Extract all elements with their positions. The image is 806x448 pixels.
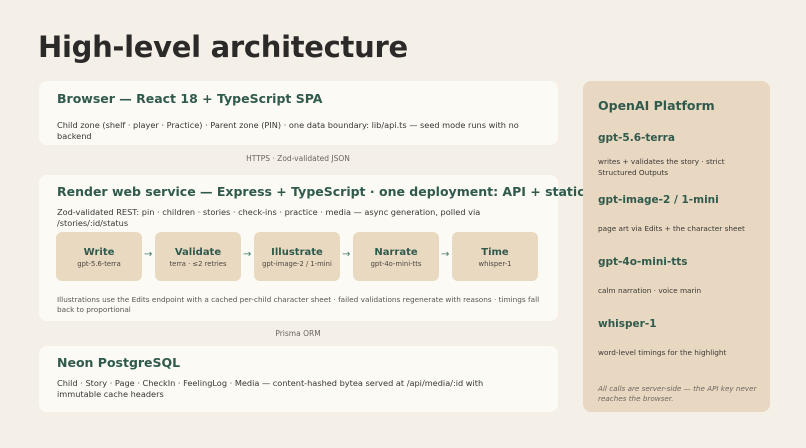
pipeline-step-write: Write gpt-5.6-terra [56, 232, 142, 281]
step-model: terra · ≤2 retries [169, 260, 227, 268]
model-name: gpt-4o-mini-tts [598, 256, 688, 268]
https-connector-label: HTTPS · Zod-validated JSON [246, 154, 350, 163]
openai-platform-panel: OpenAI Platform gpt-5.6-terra writes + v… [583, 81, 770, 412]
arrow-icon: → [441, 249, 450, 260]
browser-card-text: Child zone (shelf · player · Practice) ·… [57, 120, 519, 141]
database-card-title: Neon PostgreSQL [57, 355, 181, 370]
browser-card-title: Browser — React 18 + TypeScript SPA [57, 91, 323, 106]
arrow-icon: → [144, 249, 153, 260]
browser-card: Browser — React 18 + TypeScript SPA Chil… [39, 81, 558, 145]
step-name: Time [481, 247, 509, 258]
database-card: Neon PostgreSQL Child · Story · Page · C… [39, 346, 558, 412]
step-model: gpt-image-2 / 1-mini [262, 260, 332, 268]
pipeline-step-illustrate: Illustrate gpt-image-2 / 1-mini [254, 232, 340, 281]
model-description: writes + validates the story · strict St… [598, 157, 725, 177]
pipeline-step-validate: Validate terra · ≤2 retries [155, 232, 241, 281]
model-name: gpt-image-2 / 1-mini [598, 194, 719, 206]
render-card-note: Illustrations use the Edits endpoint wit… [57, 295, 540, 314]
step-name: Narrate [374, 247, 418, 258]
model-description: page art via Edits + the character sheet [598, 224, 745, 233]
step-name: Write [83, 247, 115, 258]
pipeline-step-time: Time whisper-1 [452, 232, 538, 281]
render-card-text: Zod-validated REST: pin · children · sto… [57, 207, 481, 228]
step-name: Illustrate [271, 247, 323, 258]
prisma-connector-label: Prisma ORM [275, 329, 321, 338]
openai-panel-note: All calls are server-side — the API key … [598, 384, 757, 403]
render-card-title: Render web service — Express + TypeScrip… [57, 184, 651, 199]
step-model: gpt-4o-mini-tts [370, 260, 422, 268]
model-description: word-level timings for the highlight [598, 348, 727, 357]
model-name: whisper-1 [598, 318, 657, 330]
pipeline-step-narrate: Narrate gpt-4o-mini-tts [353, 232, 439, 281]
model-description: calm narration · voice marin [598, 286, 702, 295]
step-model: gpt-5.6-terra [77, 260, 121, 268]
openai-panel-title: OpenAI Platform [598, 98, 715, 113]
arrow-icon: → [342, 249, 351, 260]
database-card-text: Child · Story · Page · CheckIn · Feeling… [57, 378, 484, 399]
model-name: gpt-5.6-terra [598, 132, 675, 144]
step-name: Validate [174, 247, 222, 258]
page-title: High-level architecture [38, 30, 408, 64]
arrow-icon: → [243, 249, 252, 260]
step-model: whisper-1 [478, 260, 512, 268]
